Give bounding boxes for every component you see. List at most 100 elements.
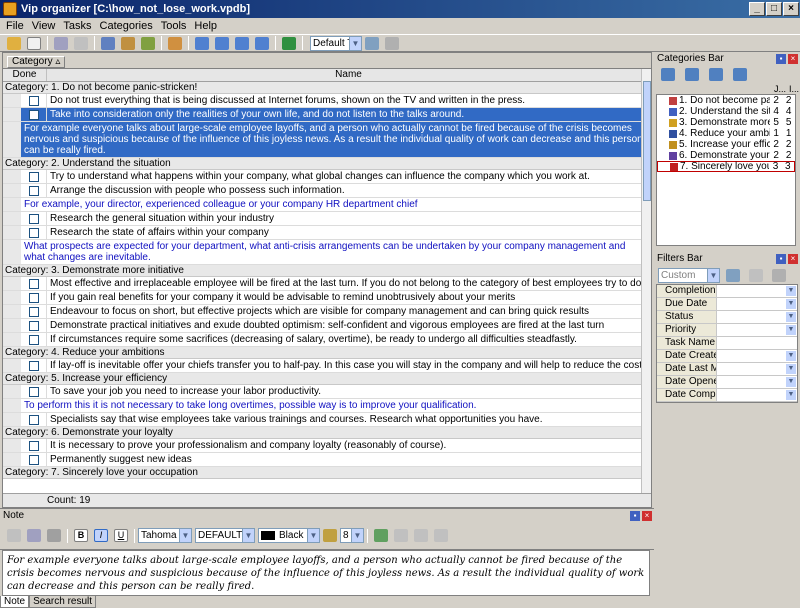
move-down-icon[interactable] xyxy=(235,36,249,50)
filter-value[interactable]: ▼ xyxy=(717,376,797,388)
font-select[interactable]: Tahoma ▼ xyxy=(138,528,192,543)
category-group-row[interactable]: Category: 3. Demonstrate more initiative xyxy=(3,265,651,277)
task-note-row[interactable]: To perform this it is not necessary to t… xyxy=(3,399,651,413)
done-checkbox[interactable] xyxy=(28,278,39,289)
maximize-button[interactable]: □ xyxy=(766,2,782,16)
menu-file[interactable]: File xyxy=(6,20,24,32)
move-last-icon[interactable] xyxy=(255,36,269,50)
filter-value[interactable]: ▼ xyxy=(717,298,797,310)
task-name[interactable]: Take into consideration only the realiti… xyxy=(47,108,651,121)
task-name[interactable]: Research the state of affairs within you… xyxy=(47,226,651,239)
font-size-select[interactable]: 8 ▼ xyxy=(340,528,364,543)
chevron-down-icon[interactable]: ▼ xyxy=(786,286,796,296)
tab-search-result[interactable]: Search result xyxy=(29,596,97,608)
task-row[interactable]: Do not trust everything that is being di… xyxy=(3,94,651,108)
delete-category-icon[interactable] xyxy=(733,68,747,81)
filter-icon[interactable] xyxy=(365,36,379,50)
paste-icon[interactable] xyxy=(141,36,155,50)
category-item[interactable]: 6. Demonstrate your loyalty22 xyxy=(657,150,795,161)
menu-help[interactable]: Help xyxy=(194,20,217,32)
close-button[interactable]: × xyxy=(783,2,799,16)
open-folder-icon[interactable] xyxy=(7,36,21,50)
task-row[interactable]: If circumstances require some sacrifices… xyxy=(3,333,651,347)
scrollbar-thumb[interactable] xyxy=(643,81,651,201)
category-item[interactable]: 5. Increase your efficiency22 xyxy=(657,139,795,150)
chevron-down-icon[interactable]: ▼ xyxy=(786,299,796,309)
menu-view[interactable]: View xyxy=(32,20,56,32)
task-name[interactable]: Permanently suggest new ideas xyxy=(47,453,651,466)
task-name[interactable]: Endeavour to focus on short, but effecti… xyxy=(47,305,651,318)
task-row[interactable]: Take into consideration only the realiti… xyxy=(3,108,651,122)
close-icon[interactable]: × xyxy=(788,254,798,264)
category-group-row[interactable]: Category: 2. Understand the situation xyxy=(3,158,651,170)
add-subcategory-icon[interactable] xyxy=(685,68,699,81)
category-group-row[interactable]: Category: 1. Do not become panic-stricke… xyxy=(3,82,651,94)
task-row[interactable]: If lay-off is inevitable offer your chie… xyxy=(3,359,651,373)
task-row[interactable]: Research the general situation within yo… xyxy=(3,212,651,226)
task-row[interactable]: Specialists say that wise employees take… xyxy=(3,413,651,427)
category-group-row[interactable]: Category: 7. Sincerely love your occupat… xyxy=(3,467,651,479)
done-checkbox[interactable] xyxy=(28,414,39,425)
done-checkbox[interactable] xyxy=(28,306,39,317)
align-left-icon[interactable] xyxy=(374,529,388,542)
menu-categories[interactable]: Categories xyxy=(100,20,153,32)
done-checkbox[interactable] xyxy=(28,109,39,120)
task-name[interactable]: Demonstrate practical initiatives and ex… xyxy=(47,319,651,332)
task-row[interactable]: If you gain real benefits for your compa… xyxy=(3,291,651,305)
pin-icon[interactable]: ▪ xyxy=(630,511,640,521)
menu-tools[interactable]: Tools xyxy=(161,20,187,32)
chevron-down-icon[interactable]: ▼ xyxy=(786,364,796,374)
task-name[interactable]: Most effective and irreplaceable employe… xyxy=(47,277,651,290)
filter-value[interactable]: ▼ xyxy=(717,311,797,323)
done-checkbox[interactable] xyxy=(28,334,39,345)
delete-filter-icon[interactable] xyxy=(772,269,786,282)
note-text-editor[interactable]: For example everyone talks about large-s… xyxy=(2,550,650,596)
note-preview-icon[interactable] xyxy=(47,529,61,542)
task-note-row[interactable]: For example everyone talks about large-s… xyxy=(3,122,651,158)
minimize-button[interactable]: _ xyxy=(749,2,765,16)
category-group-row[interactable]: Category: 6. Demonstrate your loyalty xyxy=(3,427,651,439)
done-checkbox[interactable] xyxy=(28,171,39,182)
task-row[interactable]: Most effective and irreplaceable employe… xyxy=(3,277,651,291)
chevron-down-icon[interactable]: ▼ xyxy=(786,312,796,322)
chevron-down-icon[interactable]: ▼ xyxy=(786,377,796,387)
task-name[interactable]: Research the general situation within yo… xyxy=(47,212,651,225)
column-name-header[interactable]: Name xyxy=(47,69,651,81)
add-category-icon[interactable] xyxy=(661,68,675,81)
print-note-icon[interactable] xyxy=(27,529,41,542)
task-note-row[interactable]: For example, your director, experienced … xyxy=(3,198,651,212)
task-name[interactable]: Do not trust everything that is being di… xyxy=(47,94,651,107)
task-view-select[interactable]: Default Task V▼ xyxy=(310,35,362,51)
task-name[interactable]: If circumstances require some sacrifices… xyxy=(47,333,651,346)
task-row[interactable]: It is necessary to prove your profession… xyxy=(3,439,651,453)
category-item[interactable]: 2. Understand the situation44 xyxy=(657,106,795,117)
tab-note[interactable]: Note xyxy=(0,596,30,608)
category-item[interactable]: 1. Do not become panic-stricke22 xyxy=(657,95,795,106)
task-row[interactable]: Arrange the discussion with people who p… xyxy=(3,184,651,198)
done-checkbox[interactable] xyxy=(28,440,39,451)
task-name[interactable]: If lay-off is inevitable offer your chie… xyxy=(47,359,651,372)
group-by-category-button[interactable]: Category ▵ xyxy=(7,56,66,68)
task-row[interactable]: Try to understand what happens within yo… xyxy=(3,170,651,184)
print-icon[interactable] xyxy=(54,36,68,50)
move-up-icon[interactable] xyxy=(215,36,229,50)
done-checkbox[interactable] xyxy=(28,213,39,224)
done-checkbox[interactable] xyxy=(28,386,39,397)
pin-icon[interactable]: ▪ xyxy=(776,254,786,264)
done-checkbox[interactable] xyxy=(28,454,39,465)
bullet-list-icon[interactable] xyxy=(434,529,448,542)
done-checkbox[interactable] xyxy=(28,292,39,303)
category-item[interactable]: 7. Sincerely love your occupat33 xyxy=(657,161,795,172)
close-icon[interactable]: × xyxy=(642,511,652,521)
category-item[interactable]: 4. Reduce your ambitions11 xyxy=(657,128,795,139)
task-row[interactable]: Endeavour to focus on short, but effecti… xyxy=(3,305,651,319)
task-row[interactable]: To save your job you need to increase yo… xyxy=(3,385,651,399)
align-right-icon[interactable] xyxy=(414,529,428,542)
globe-icon[interactable] xyxy=(282,36,296,50)
done-checkbox[interactable] xyxy=(28,320,39,331)
bold-icon[interactable]: B xyxy=(74,529,88,542)
pin-icon[interactable]: ▪ xyxy=(776,54,786,64)
chevron-down-icon[interactable]: ▼ xyxy=(786,351,796,361)
done-checkbox[interactable] xyxy=(28,185,39,196)
cut-icon[interactable] xyxy=(101,36,115,50)
